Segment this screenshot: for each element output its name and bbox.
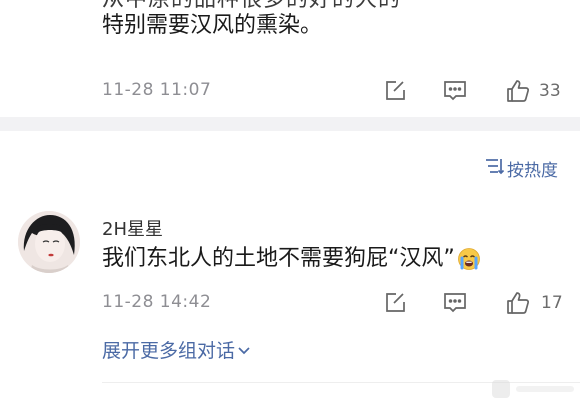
- section-divider: [0, 117, 580, 131]
- sort-lines-icon: [484, 157, 505, 180]
- thumbs-up-icon[interactable]: [503, 76, 533, 106]
- crying-face-emoji-icon: [457, 247, 481, 271]
- comment-icon[interactable]: [440, 288, 470, 318]
- previous-comment-text: 特别需要汉风的熏染。: [102, 13, 323, 38]
- previous-comment-cut-line: 从中原的品种很多的好的大的: [0, 0, 580, 8]
- avatar[interactable]: [18, 211, 80, 273]
- previous-comment-like-count: 33: [539, 81, 561, 101]
- previous-comment-time: 11-28 11:07: [102, 80, 212, 100]
- comment-icon[interactable]: [440, 76, 470, 106]
- watermark-logo: [488, 374, 580, 403]
- comment-body: 我们东北人的土地不需要狗屁“汉风”: [102, 245, 481, 273]
- previous-comment-cut-text: 从中原的品种很多的好的大的: [102, 0, 401, 8]
- sort-label: 按热度: [507, 161, 558, 181]
- comment-username[interactable]: 2H星星: [102, 215, 163, 241]
- expand-label: 展开更多组对话: [102, 340, 236, 362]
- comment-time: 11-28 14:42: [102, 292, 212, 312]
- sort-by-hot-button[interactable]: 按热度: [484, 156, 558, 181]
- thumbs-up-icon[interactable]: [503, 288, 533, 318]
- comment-text: 我们东北人的土地不需要狗屁“汉风”: [102, 246, 455, 271]
- expand-conversation-link[interactable]: 展开更多组对话: [102, 336, 251, 363]
- edit-icon[interactable]: [380, 288, 410, 318]
- edit-icon[interactable]: [380, 76, 410, 106]
- comment-like-count: 17: [541, 293, 563, 313]
- previous-comment-meta-row: 11-28 11:07 33: [0, 76, 580, 108]
- comment-meta-row: 11-28 14:42 17: [0, 288, 580, 320]
- chevron-down-icon: [237, 339, 251, 361]
